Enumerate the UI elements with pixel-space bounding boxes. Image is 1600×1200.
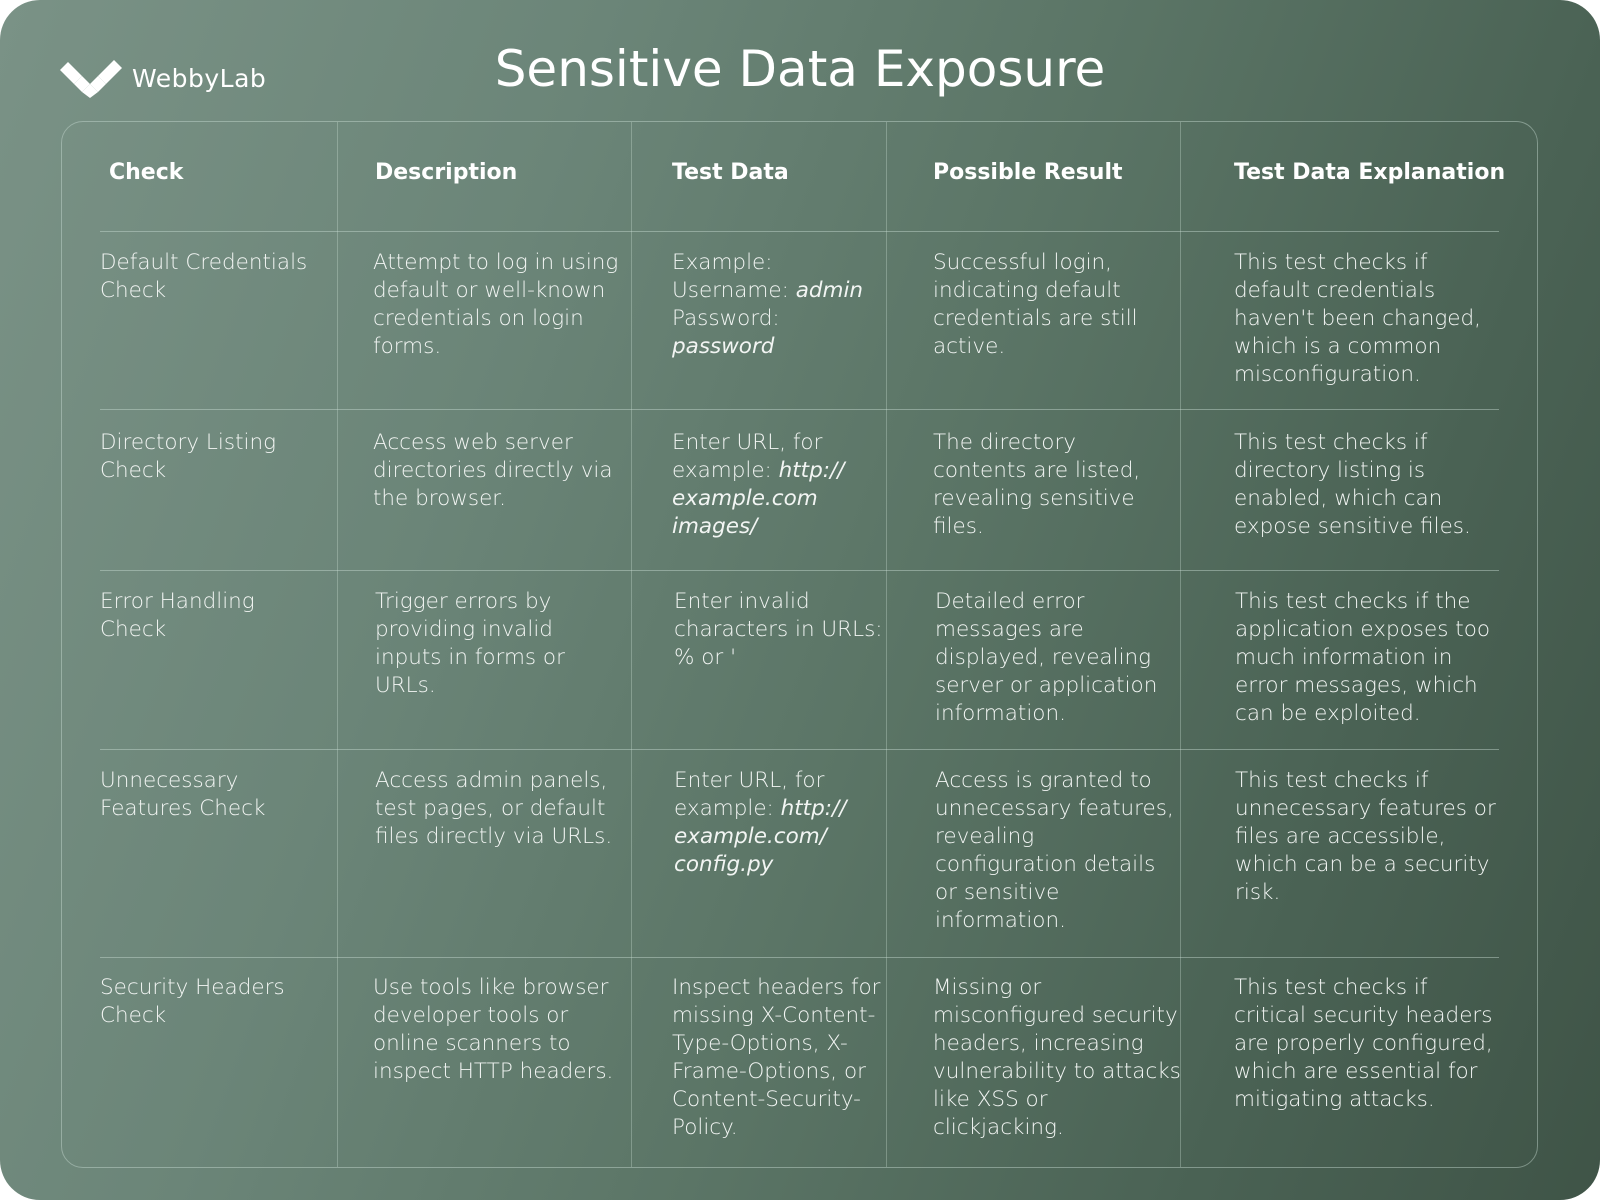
test-data-example-value: admin	[795, 278, 864, 303]
row-divider	[100, 409, 1499, 410]
infographic-page: WebbyLab Sensitive Data Exposure Check D…	[0, 0, 1600, 1200]
test-data-text: Inspect headers for missing X-Content-Ty…	[672, 975, 881, 1140]
cell-test-data: Example: Username: admin Password: passwor…	[672, 249, 882, 361]
cell-possible-result: Detailed error messages are displayed, r…	[935, 589, 1158, 726]
row-divider	[100, 570, 1499, 571]
header-test-data: Test Data	[672, 160, 789, 185]
cell-check: Error Handling Check	[100, 589, 255, 642]
cell-possible-result: Access is granted to unnecessary feature…	[935, 768, 1174, 933]
test-data-example-value: password	[672, 334, 775, 359]
checks-table: Check Description Test Data Possible Res…	[61, 121, 1538, 1168]
cell-check: Directory Listing Check	[100, 430, 277, 483]
cell-explanation: This test checks if unnecessary features…	[1235, 768, 1496, 905]
cell-explanation: This test checks if default credentials …	[1234, 250, 1481, 387]
cell-possible-result: The directory contents are listed, revea…	[933, 430, 1141, 539]
cell-description: Use tools like browser developer tools o…	[373, 975, 614, 1084]
test-data-text: Password:	[672, 306, 780, 331]
cell-description: Attempt to log in using default or well-…	[373, 250, 619, 359]
cell-test-data: Enter invalid characters in URLs: % or '	[674, 588, 889, 672]
cell-check: Unnecessary Features Check	[100, 768, 266, 821]
cell-explanation: This test checks if directory listing is…	[1234, 430, 1471, 539]
test-data-text: Example:	[672, 250, 773, 275]
cell-check: Security Headers Check	[100, 975, 285, 1028]
cell-description: Trigger errors by providing invalid inpu…	[375, 589, 565, 698]
cell-possible-result: Successful login, indicating default cre…	[933, 250, 1138, 359]
cell-description: Access admin panels, test pages, or defa…	[375, 768, 613, 849]
row-divider	[100, 957, 1499, 958]
header-possible-result: Possible Result	[933, 160, 1123, 185]
header-check: Check	[109, 160, 184, 185]
header-description: Description	[375, 160, 518, 185]
column-divider	[337, 122, 338, 1167]
cell-test-data: Enter URL, for example: http:// example.…	[672, 429, 872, 541]
row-divider	[100, 749, 1499, 750]
page-title: Sensitive Data Exposure	[494, 40, 1106, 98]
test-data-text: Username:	[672, 278, 796, 303]
column-divider	[631, 122, 632, 1167]
cell-explanation: This test checks if the application expo…	[1235, 589, 1491, 726]
cell-check: Default Credentials Check	[100, 250, 308, 303]
cell-description: Access web server directories directly v…	[373, 430, 613, 511]
cell-explanation: This test checks if critical security he…	[1234, 975, 1493, 1112]
row-divider	[100, 231, 1499, 232]
cell-possible-result: Missing or misconfigured security header…	[933, 975, 1181, 1140]
cell-test-data: Enter URL, for example: http:// example.…	[674, 767, 874, 879]
cell-test-data: Inspect headers for missing X-Content-Ty…	[672, 974, 887, 1142]
header-test-data-explanation: Test Data Explanation	[1234, 160, 1506, 185]
test-data-text: Enter invalid characters in URLs: % or '	[674, 589, 883, 670]
